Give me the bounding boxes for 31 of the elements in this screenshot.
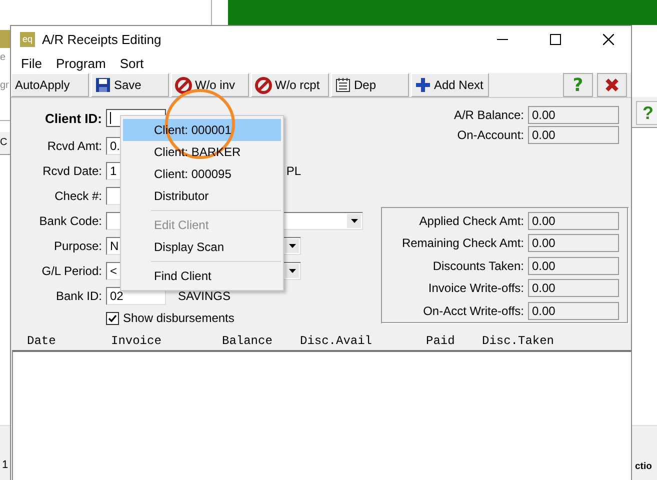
readonly-field: 0.00	[528, 256, 619, 274]
field-label: Invoice Write-offs:	[428, 281, 524, 295]
field-label: A/R Balance:	[454, 108, 524, 122]
field-note: SAVINGS	[178, 288, 230, 302]
field-label: G/L Period:	[40, 264, 103, 278]
background-text: gr	[0, 80, 9, 91]
background-text: e	[0, 52, 6, 63]
readonly-field: 0.00	[528, 302, 619, 320]
status-text: 1	[2, 459, 8, 471]
readonly-field: 0.00	[528, 279, 619, 297]
readonly-field: 0.00	[528, 234, 619, 252]
field-label: Remaining Check Amt:	[402, 236, 524, 250]
readonly-field: 0.00	[528, 212, 619, 230]
readonly-field: 0.00	[528, 126, 619, 144]
window-title: A/R Receipts Editing	[42, 32, 162, 47]
field-label: Purpose:	[52, 238, 103, 252]
checkbox-label: Show disbursements	[123, 311, 234, 325]
field-label: Applied Check Amt:	[419, 214, 524, 228]
field-note: PL	[286, 164, 301, 178]
readonly-field: 0.00	[528, 106, 619, 124]
field-label: Rcvd Amt:	[46, 138, 103, 152]
field-label: Check #:	[54, 188, 103, 202]
field-label: On-Account:	[457, 128, 524, 142]
field-label: Bank ID:	[54, 288, 103, 302]
field-label: Bank Code:	[38, 214, 103, 228]
status-text: ctio	[635, 461, 652, 472]
field-label: Rcvd Date:	[42, 164, 103, 178]
field-label: On-Acct Write-offs:	[423, 304, 524, 318]
app-icon: eq	[20, 32, 35, 47]
field-label: Discounts Taken:	[432, 258, 524, 272]
field-label: Client ID:	[44, 110, 103, 126]
